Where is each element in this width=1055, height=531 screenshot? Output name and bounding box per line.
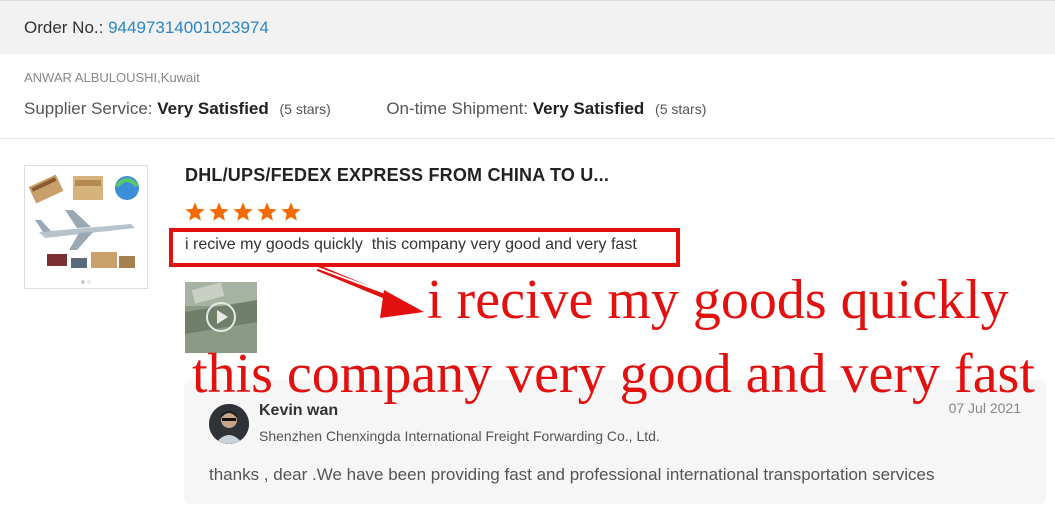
supplier-service-value: Very Satisfied [157,99,269,118]
annotation-text-line2: this company very good and very fast [192,343,1035,405]
star-icon [281,202,301,221]
star-icon [233,202,253,221]
shipment-stars: (5 stars) [655,101,707,117]
order-label: Order No.: [24,18,104,37]
star-icon [185,202,205,221]
product-thumbnail[interactable] [24,165,148,289]
ratings-row: Supplier Service: Very Satisfied (5 star… [24,99,706,119]
product-title[interactable]: DHL/UPS/FEDEX EXPRESS FROM CHINA TO U... [185,165,609,186]
order-header: Order No.: 94497314001023974 [0,0,1055,54]
section-divider [0,138,1055,139]
shipment-label: On-time Shipment: [386,99,529,118]
review-text: i recive my goods quickly this company v… [185,236,637,253]
reply-text: thanks , dear .We have been providing fa… [209,465,935,484]
order-number-link[interactable]: 94497314001023974 [108,18,269,37]
supplier-service-label: Supplier Service: [24,99,153,118]
annotation-text-line1: i recive my goods quickly [427,269,1009,331]
product-rating-stars [184,201,302,225]
star-icon [257,202,277,221]
order-label-row: Order No.: 94497314001023974 [24,18,269,38]
supplier-service-stars: (5 stars) [279,101,331,117]
shipment-value: Very Satisfied [532,99,645,118]
avatar [209,404,249,444]
replier-company: Shenzhen Chenxingda International Freigh… [259,428,660,444]
buyer-name: ANWAR ALBULOUSHI,Kuwait [24,70,200,85]
star-icon [209,202,229,221]
